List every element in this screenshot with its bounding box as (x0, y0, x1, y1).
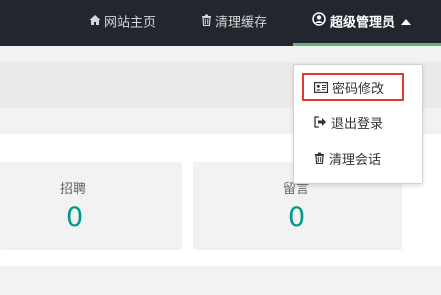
admin-menu-toggle[interactable]: 超级管理员 (312, 0, 412, 46)
sign-out-icon (314, 110, 327, 140)
trash-icon (201, 0, 212, 46)
home-icon (89, 0, 101, 46)
highlight-box (302, 73, 404, 101)
trash-icon (314, 146, 325, 176)
nav-cache-label: 清理缓存 (215, 15, 268, 31)
nav-home-link[interactable]: 网站主页 (89, 0, 156, 46)
nav-clear-cache-link[interactable]: 清理缓存 (201, 0, 267, 46)
stat-label: 招聘 (60, 182, 87, 197)
caret-up-icon (401, 19, 412, 25)
menu-item-label: 退出登录 (331, 117, 384, 132)
stat-value: 0 (66, 202, 84, 233)
stat-value: 0 (288, 202, 306, 233)
user-circle-icon (312, 0, 326, 46)
top-navbar: 网站主页 清理缓存 超级管理员 (0, 0, 441, 46)
stat-card-jobs[interactable]: 招聘 0 (0, 162, 182, 250)
admin-label: 超级管理员 (330, 15, 396, 31)
menu-item-label: 清理会话 (329, 153, 382, 168)
menu-item-logout[interactable]: 退出登录 (294, 110, 422, 140)
nav-home-label: 网站主页 (104, 15, 157, 31)
menu-item-clear-session[interactable]: 清理会话 (294, 146, 422, 176)
active-indicator (293, 43, 441, 46)
